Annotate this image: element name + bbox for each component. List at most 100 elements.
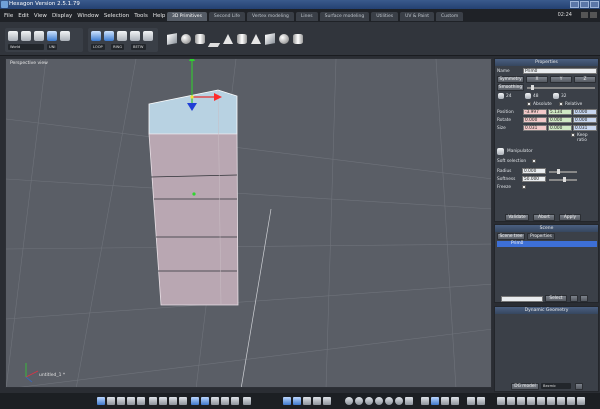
group-icon[interactable] — [537, 397, 545, 405]
maximize-button[interactable] — [580, 1, 589, 8]
display-smooth-icon[interactable] — [179, 397, 187, 405]
layout-button-1[interactable] — [581, 12, 588, 18]
tweak-tool-icon[interactable] — [60, 31, 70, 41]
size-x-field[interactable]: 0.031 — [523, 125, 547, 131]
softness-field[interactable]: 50.000 — [522, 176, 546, 182]
universal-toggle[interactable]: UNI — [47, 44, 58, 50]
between-selection-button[interactable]: BETW — [131, 44, 146, 50]
smoothing-button[interactable]: Smoothing — [497, 84, 524, 91]
absolute-radio[interactable] — [527, 102, 531, 106]
navigation-pan-icon[interactable] — [355, 397, 363, 405]
dg-dropdown[interactable]: Bezmic — [541, 383, 571, 389]
display-lights-icon[interactable] — [211, 397, 219, 405]
scene-select-button[interactable]: Select — [545, 295, 567, 302]
menu-selection[interactable]: Selection — [104, 13, 129, 19]
rotate-z-field[interactable]: 0.000 — [573, 117, 597, 123]
view-four-icon[interactable] — [137, 397, 145, 405]
display-textured-icon[interactable] — [169, 397, 177, 405]
scene-search-field[interactable] — [501, 296, 543, 302]
name-field[interactable]: Prim0 — [523, 68, 597, 74]
relative-radio[interactable] — [559, 102, 563, 106]
menu-window[interactable]: Window — [77, 13, 99, 19]
scene-tree-tab[interactable]: Scene tree — [497, 233, 525, 240]
position-x-field[interactable]: -3.997 — [523, 109, 547, 115]
cylinder-primitive-icon[interactable] — [195, 34, 205, 44]
navigation-reset-icon[interactable] — [405, 397, 413, 405]
select-object-icon[interactable] — [91, 31, 101, 41]
menu-edit[interactable]: Edit — [18, 13, 29, 19]
tab-surface-modeling[interactable]: Surface modeling — [319, 12, 370, 21]
size-z-field[interactable]: 0.031 — [573, 125, 597, 131]
cube-primitive-icon[interactable] — [167, 33, 177, 45]
smoothing-slider[interactable] — [527, 85, 595, 90]
freeze-checkbox[interactable] — [522, 185, 526, 189]
navigation-orbit-icon[interactable] — [345, 397, 353, 405]
snap-grid-icon[interactable] — [283, 397, 291, 405]
loop-selection-button[interactable]: LOOP — [91, 44, 105, 50]
torus-primitive-icon[interactable] — [293, 34, 303, 44]
tess-w-value[interactable]: 32 — [561, 94, 566, 99]
navigation-frame-icon[interactable] — [375, 397, 383, 405]
tab-utilities[interactable]: Utilities — [371, 12, 399, 21]
display-edges-icon[interactable] — [201, 397, 209, 405]
navigation-roll-icon[interactable] — [395, 397, 403, 405]
snap-face-icon[interactable] — [313, 397, 321, 405]
snap-vertex-icon[interactable] — [293, 397, 301, 405]
rotate-y-field[interactable]: 0.000 — [548, 117, 572, 123]
soft-selection-checkbox[interactable] — [532, 159, 536, 163]
select-vertex-icon[interactable] — [130, 31, 140, 41]
select-edge-icon[interactable] — [117, 31, 127, 41]
menu-file[interactable]: File — [4, 13, 13, 19]
view-single-icon[interactable] — [97, 397, 105, 405]
view-triple-icon[interactable] — [127, 397, 135, 405]
position-z-field[interactable]: 0.000 — [573, 109, 597, 115]
light-icon[interactable] — [441, 397, 449, 405]
select-all-icon[interactable] — [143, 31, 153, 41]
history-icon[interactable] — [467, 397, 475, 405]
display-shaded-icon[interactable] — [159, 397, 167, 405]
tube-primitive-icon[interactable] — [237, 34, 247, 44]
box-front-face[interactable] — [148, 133, 239, 306]
redo-icon[interactable] — [507, 397, 515, 405]
minimize-button[interactable] — [570, 1, 579, 8]
menu-view[interactable]: View — [34, 13, 47, 19]
cone-primitive-icon[interactable] — [223, 34, 233, 44]
tab-lines[interactable]: Lines — [295, 12, 318, 21]
scene-option-button-2[interactable] — [580, 295, 588, 302]
dg-model-button[interactable]: DG model — [511, 383, 539, 390]
scene-tree-item[interactable]: Prim0 — [497, 241, 597, 247]
tab-vertex-modeling[interactable]: Vertex modeling — [247, 12, 294, 21]
tess-v-value[interactable]: 48 — [533, 94, 538, 99]
menu-help[interactable]: Help — [153, 13, 166, 19]
close-button[interactable] — [590, 1, 599, 8]
dg-option-button[interactable] — [575, 383, 583, 390]
ring-selection-button[interactable]: RING — [111, 44, 125, 50]
abort-button[interactable]: Abort — [533, 214, 555, 221]
scene-option-button-1[interactable] — [570, 295, 578, 302]
coordinate-dropdown[interactable]: World — [8, 44, 44, 50]
box-primitive-icon[interactable] — [265, 33, 275, 45]
tab-second-life[interactable]: Second Life — [208, 12, 246, 21]
symmetry-z-button[interactable]: Z — [574, 76, 596, 83]
tab-3d-primitives[interactable]: 3D Primitives — [167, 12, 207, 21]
settings-icon[interactable] — [477, 397, 485, 405]
symmetry-y-button[interactable]: Y — [550, 76, 572, 83]
snap-edge-icon[interactable] — [303, 397, 311, 405]
display-mode-icon[interactable] — [191, 397, 199, 405]
symmetry-x-button[interactable]: X — [526, 76, 548, 83]
layout-button-2[interactable] — [590, 12, 597, 18]
pyramid-primitive-icon[interactable] — [251, 34, 261, 44]
perspective-viewport[interactable]: Perspective view untitled_1 * — [5, 58, 492, 388]
show-icon[interactable] — [527, 397, 535, 405]
size-y-field[interactable]: 0.000 — [548, 125, 572, 131]
universal-tool-icon[interactable] — [47, 31, 57, 41]
display-wire-icon[interactable] — [149, 397, 157, 405]
geosphere-primitive-icon[interactable] — [279, 34, 289, 44]
duplicate-icon[interactable] — [567, 397, 575, 405]
softness-slider[interactable] — [549, 177, 577, 182]
rotate-tool-icon[interactable] — [21, 31, 31, 41]
position-y-field[interactable]: 5.134 — [548, 109, 572, 115]
merge-icon[interactable] — [577, 397, 585, 405]
plane-primitive-icon[interactable] — [207, 43, 221, 47]
display-grid-icon[interactable] — [221, 397, 229, 405]
